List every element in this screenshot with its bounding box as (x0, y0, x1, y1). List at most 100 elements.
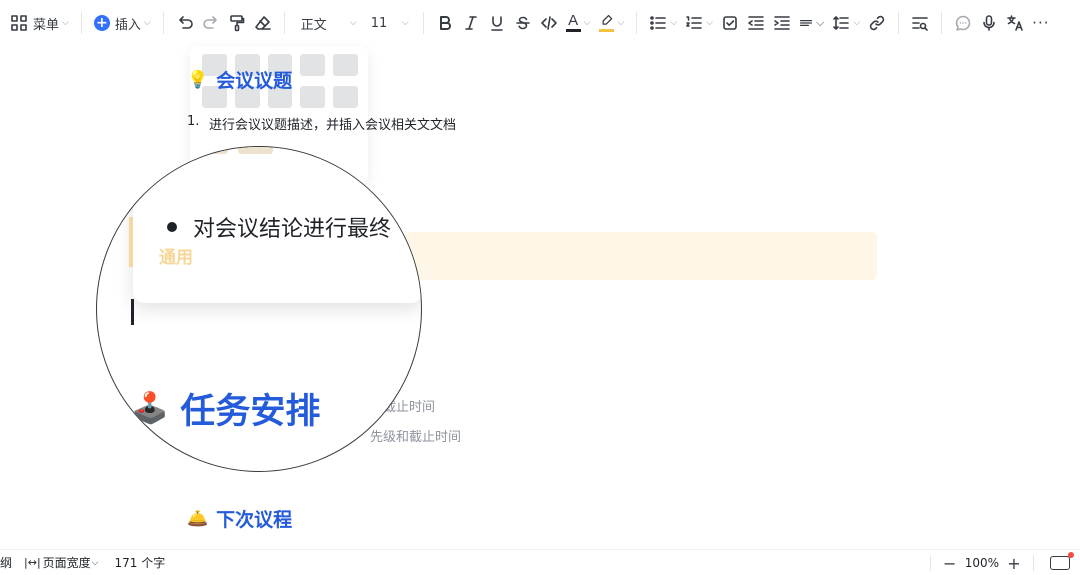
bullet-list-button[interactable]: ⌵ (645, 9, 681, 37)
page-width-label: 页面宽度 (42, 556, 91, 570)
align-button[interactable]: ⌵ (795, 9, 828, 37)
outdent-button[interactable] (743, 9, 769, 37)
find-replace-button[interactable] (907, 9, 933, 37)
line-height-button[interactable]: ⌵ (828, 9, 864, 37)
inline-code-button[interactable] (536, 9, 562, 37)
list-number: 1. (187, 114, 200, 129)
word-count[interactable]: 171 个字 (115, 554, 166, 571)
grid-icon (11, 15, 27, 31)
format-painter-button[interactable] (224, 9, 250, 37)
numbered-list-icon (686, 16, 702, 29)
placeholder-line: 先级和截止时间 (370, 430, 462, 445)
font-color-button[interactable]: A ⌵ (562, 9, 595, 37)
chevron-down-icon: ⌵ (401, 18, 409, 28)
link-button[interactable] (864, 9, 890, 37)
keyboard-shortcuts-icon[interactable] (1050, 552, 1074, 570)
indent-button[interactable] (769, 9, 795, 37)
service-bell-icon: 🛎️ (187, 508, 209, 529)
chevron-down-icon: ⌵ (670, 18, 678, 28)
redo-icon (202, 16, 217, 29)
panel-row (193, 147, 273, 154)
eraser-icon (254, 16, 271, 30)
zoomed-bullet-item: 对会议结论进行最终 (167, 211, 391, 243)
more-button[interactable]: ··· (1028, 9, 1053, 37)
checkbox-icon (723, 16, 737, 30)
zoom-in-button[interactable]: + (1003, 554, 1025, 573)
text-cursor (131, 299, 134, 325)
outline-toggle[interactable]: 纲 (0, 554, 12, 571)
heading-meeting-topics[interactable]: 💡 会议议题 (187, 66, 292, 93)
redo-button[interactable] (198, 9, 224, 37)
heading-text: 下次议程 (216, 509, 293, 531)
highlighter-icon (599, 14, 615, 32)
zoom-level[interactable]: 100% (965, 556, 999, 570)
chevron-down-icon: ⌵ (143, 18, 151, 28)
notification-dot (1068, 552, 1074, 558)
insert-button[interactable]: + 插入 ⌵ (90, 9, 155, 37)
link-icon (870, 15, 885, 31)
toolbar-divider (422, 12, 424, 34)
font-size-value: 11 (370, 15, 388, 31)
task-list-button[interactable] (717, 9, 743, 37)
statusbar-divider (1033, 555, 1034, 571)
toolbar-divider (283, 12, 285, 34)
bullet-dot (167, 222, 177, 232)
menu-button[interactable]: 菜单 ⌵ (6, 9, 73, 37)
joystick-icon: 🕹️ (131, 391, 169, 426)
heading-text: 会议议题 (216, 70, 293, 92)
font-size-select[interactable]: 11 ⌵ (365, 9, 415, 37)
strikethrough-button[interactable] (510, 9, 536, 37)
comment-button[interactable] (950, 9, 976, 37)
comment-icon (956, 15, 971, 31)
callout-edge (129, 217, 133, 267)
microphone-icon (983, 15, 995, 31)
find-icon (912, 17, 928, 31)
page-width-select[interactable]: |↔| 页面宽度 ⌵ (24, 554, 98, 571)
chevron-down-icon: ⌵ (91, 557, 99, 568)
callout-block[interactable] (405, 232, 877, 280)
bold-button[interactable] (432, 9, 458, 37)
toolbar-divider (636, 12, 638, 34)
toolbar-divider (80, 12, 82, 34)
chevron-down-icon: ⌵ (853, 18, 861, 28)
outdent-icon (748, 16, 764, 30)
text-style-select[interactable]: 正文 ⌵ (293, 9, 365, 37)
bold-icon (439, 16, 451, 30)
chevron-down-icon: ⌵ (816, 16, 825, 29)
chevron-down-icon: ⌵ (62, 18, 69, 28)
underline-icon (490, 16, 503, 31)
bullet-list-icon (650, 16, 667, 30)
code-icon (540, 16, 557, 30)
paint-brush-icon (229, 15, 244, 32)
underline-button[interactable] (484, 9, 510, 37)
italic-icon (464, 16, 477, 30)
toolbar-divider (898, 12, 900, 34)
numbered-list-button[interactable]: ⌵ (681, 9, 717, 37)
chevron-down-icon: ⌵ (617, 18, 625, 28)
indent-icon (774, 16, 790, 30)
undo-button[interactable] (172, 9, 198, 37)
italic-button[interactable] (458, 9, 484, 37)
statusbar-divider (929, 555, 931, 571)
heading-next-agenda[interactable]: 🛎️ 下次议程 (187, 505, 292, 532)
align-icon (799, 20, 813, 26)
zoom-out-button[interactable]: − (939, 554, 961, 573)
list-item-text: 进行会议议题描述，并插入会议相关文文档 (209, 118, 457, 133)
clear-format-button[interactable] (250, 9, 276, 37)
magnifier-lens: 通用 对会议结论进行最终 🕹️ 任务安排 (96, 146, 422, 472)
text-style-value: 正文 (300, 17, 327, 33)
undo-icon (178, 16, 193, 29)
menu-label: 菜单 (33, 17, 60, 33)
translate-icon (1007, 15, 1023, 31)
toolbar-divider (941, 12, 943, 34)
chevron-down-icon: ⌵ (706, 18, 713, 28)
highlight-button[interactable]: ⌵ (595, 9, 629, 37)
font-color-icon: A (565, 13, 581, 32)
voice-input-button[interactable] (976, 9, 1002, 37)
status-bar: 纲 |↔| 页面宽度 ⌵ 171 个字 − 100% + (0, 549, 1080, 575)
translate-button[interactable] (1002, 9, 1028, 37)
zoomed-bullet-text: 对会议结论进行最终 (193, 217, 392, 242)
zoomed-faint-label: 通用 (159, 248, 193, 268)
list-item[interactable]: 1. 进行会议议题描述，并插入会议相关文文档 (187, 114, 456, 133)
zoom-controls: − 100% + (929, 550, 1080, 575)
